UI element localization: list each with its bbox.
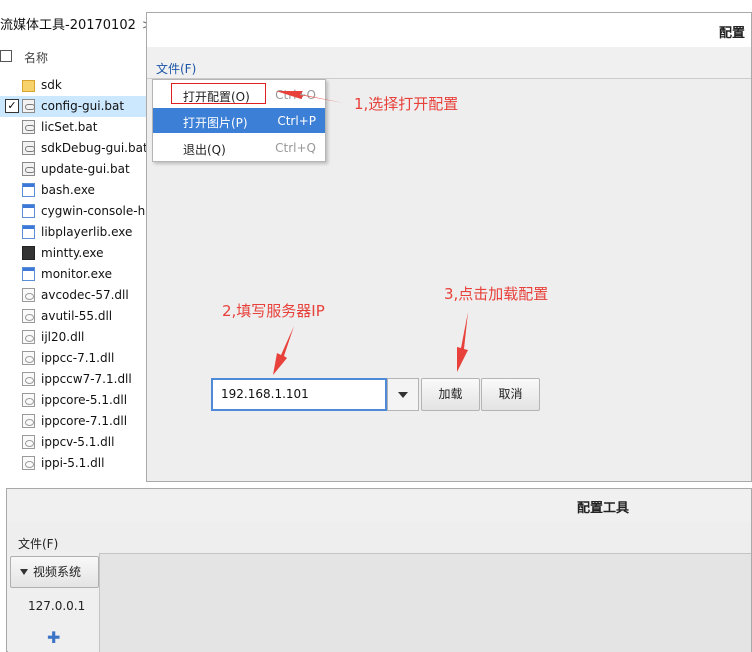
file-row[interactable]: ijl20.dll (0, 327, 150, 348)
menu-item-label: 退出(Q) (183, 143, 226, 157)
terminal-icon (22, 246, 35, 260)
bat-file-icon (22, 162, 35, 176)
file-row[interactable]: cygwin-console-he (0, 201, 150, 222)
file-name: update-gui.bat (41, 162, 130, 176)
dll-file-icon (22, 393, 35, 407)
file-name: ippcore-7.1.dll (41, 414, 128, 428)
breadcrumb[interactable]: 流媒体工具-20170102> m (0, 14, 150, 33)
file-name: bash.exe (41, 183, 95, 197)
exe-file-icon (22, 183, 35, 197)
menu-item-shortcut: Ctrl+P (277, 114, 316, 128)
file-row[interactable]: ippcore-7.1.dll (0, 411, 150, 432)
file-row[interactable]: ippcv-5.1.dll (0, 432, 150, 453)
file-row[interactable]: ippi-5.1.dll (0, 453, 150, 474)
file-name: config-gui.bat (41, 99, 125, 113)
annotation-step2: 2,填写服务器IP (222, 302, 325, 320)
dll-file-icon (22, 414, 35, 428)
file-row-selected[interactable]: ✓ config-gui.bat (0, 96, 150, 117)
file-name: ippccw7-7.1.dll (41, 372, 132, 386)
dll-file-icon (22, 351, 35, 365)
video-system-button[interactable]: 视频系统 (10, 556, 99, 588)
ip-dropdown-button[interactable] (387, 378, 419, 411)
dialog-titlebar[interactable]: 配置 (147, 13, 751, 47)
menu-bar: 文件(F) (147, 47, 751, 82)
dll-file-icon (22, 435, 35, 449)
dll-file-icon (22, 456, 35, 470)
file-explorer: 流媒体工具-20170102> m 名称 sdk ✓ config-gui.ba… (0, 0, 150, 485)
menu-item-exit[interactable]: 退出(Q) Ctrl+Q (153, 135, 325, 160)
file-row[interactable]: avcodec-57.dll (0, 285, 150, 306)
menu-item-shortcut: Ctrl+Q (275, 141, 316, 155)
folder-icon (22, 80, 35, 92)
file-row[interactable]: update-gui.bat (0, 159, 150, 180)
add-icon[interactable]: ✚ (47, 628, 60, 647)
exe-file-icon (22, 204, 35, 218)
menu-item-open-image[interactable]: 打开图片(P) Ctrl+P (153, 108, 325, 133)
file-row[interactable]: sdk (0, 75, 150, 96)
file-row[interactable]: ippccw7-7.1.dll (0, 369, 150, 390)
file-name: libplayerlib.exe (41, 225, 133, 239)
annotation-highlight-box (171, 83, 266, 104)
dll-file-icon (22, 372, 35, 386)
load-button[interactable]: 加载 (421, 378, 480, 411)
annotation-step3: 3,点击加载配置 (444, 285, 549, 303)
file-name: ijl20.dll (41, 330, 85, 344)
file-row[interactable]: ippcore-5.1.dll (0, 390, 150, 411)
dialog-title: 配置 (718, 26, 745, 41)
file-name: ippcc-7.1.dll (41, 351, 115, 365)
config-tool-window: 配置工具 文件(F) 视频系统 127.0.0.1 ✚ (6, 488, 752, 652)
bat-file-icon (22, 120, 35, 134)
file-name: licSet.bat (41, 120, 98, 134)
breadcrumb-folder[interactable]: 流媒体工具-20170102 (0, 18, 136, 33)
file-row[interactable]: ippcc-7.1.dll (0, 348, 150, 369)
name-column-header[interactable]: 名称 (24, 49, 48, 66)
file-name: cygwin-console-he (41, 204, 150, 218)
file-row[interactable]: monitor.exe (0, 264, 150, 285)
file-name: ippcore-5.1.dll (41, 393, 128, 407)
file-name: ippi-5.1.dll (41, 456, 105, 470)
content-panel (99, 553, 751, 652)
file-name: avutil-55.dll (41, 309, 113, 323)
bat-file-icon (22, 141, 35, 155)
annotation-step1: 1,选择打开配置 (354, 95, 459, 113)
exe-file-icon (22, 267, 35, 281)
dll-file-icon (22, 330, 35, 344)
exe-file-icon (22, 225, 35, 239)
menu-item-label: 打开图片(P) (183, 116, 248, 130)
select-all-checkbox[interactable] (0, 50, 12, 62)
window-title: 配置工具 (577, 501, 630, 516)
server-list-item[interactable]: 127.0.0.1 (28, 599, 85, 613)
file-row[interactable]: sdkDebug-gui.bat (0, 138, 150, 159)
file-row[interactable]: libplayerlib.exe (0, 222, 150, 243)
row-checkbox[interactable]: ✓ (5, 99, 19, 113)
file-row[interactable]: bash.exe (0, 180, 150, 201)
bat-file-icon (22, 99, 35, 113)
dll-file-icon (22, 309, 35, 323)
file-row[interactable]: mintty.exe (0, 243, 150, 264)
server-ip-input[interactable]: 192.168.1.101 (211, 378, 387, 411)
file-name: monitor.exe (41, 267, 112, 281)
file-row[interactable]: avutil-55.dll (0, 306, 150, 327)
file-row[interactable]: licSet.bat (0, 117, 150, 138)
window-titlebar[interactable]: 配置工具 (7, 489, 751, 522)
menu-item-shortcut: Ctrl+O (275, 88, 316, 102)
file-name: sdkDebug-gui.bat (41, 141, 148, 155)
dll-file-icon (22, 288, 35, 302)
file-name: mintty.exe (41, 246, 104, 260)
file-name: sdk (41, 78, 62, 92)
file-name: avcodec-57.dll (41, 288, 129, 302)
file-name: ippcv-5.1.dll (41, 435, 115, 449)
file-menu[interactable]: 文件(F) (18, 535, 58, 552)
cancel-button[interactable]: 取消 (481, 378, 540, 411)
